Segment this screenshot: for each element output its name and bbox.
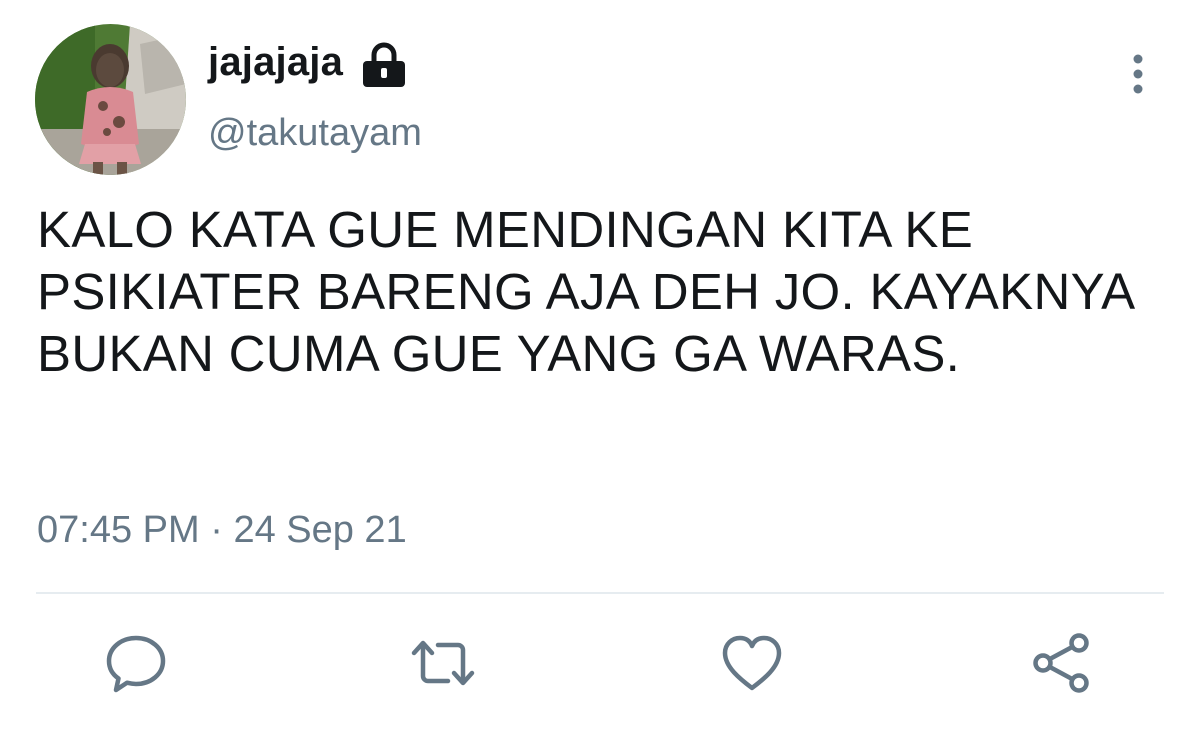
display-name[interactable]: jajajaja [208,40,343,85]
tweet-time: 07:45 PM [37,509,200,551]
share-icon[interactable] [1030,630,1094,696]
tweet-card: jajajaja @takutayam KALO KATA GUE MENDIN… [0,0,1200,752]
user-handle[interactable]: @takutayam [208,112,422,155]
timestamp[interactable]: 07:45 PM · 24 Sep 21 [37,509,407,552]
timestamp-separator: · [199,509,234,551]
divider [36,592,1164,594]
like-icon[interactable] [720,630,784,696]
more-vertical-icon[interactable] [1116,50,1160,98]
lock-icon [358,40,410,88]
tweet-date: 24 Sep 21 [233,509,407,551]
tweet-text: KALO KATA GUE MENDINGAN KITA KE PSIKIATE… [37,201,1133,382]
reply-icon[interactable] [104,630,168,696]
avatar[interactable] [35,24,186,175]
retweet-icon[interactable] [411,630,475,696]
avatar-image [35,24,186,175]
